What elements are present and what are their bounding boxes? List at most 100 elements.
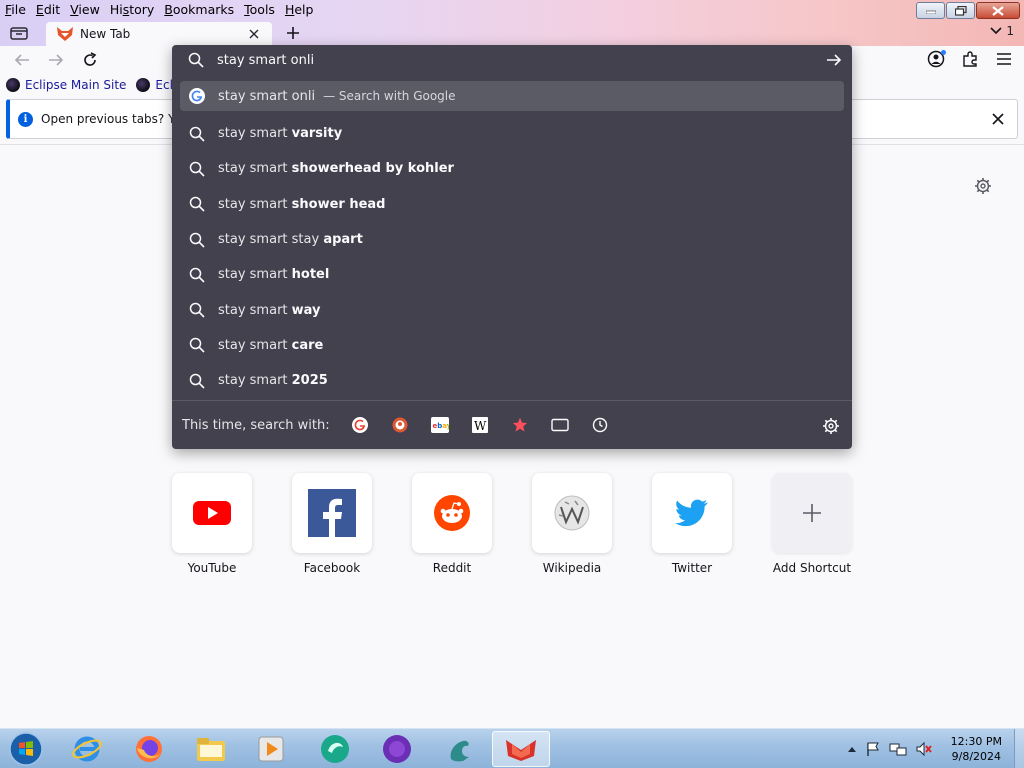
twitter-icon <box>675 499 708 527</box>
forward-button[interactable] <box>46 51 66 69</box>
result-row[interactable]: stay smart showerhead by kohler <box>180 151 844 186</box>
result-prefix: stay smart <box>218 373 292 389</box>
menu-file[interactable]: File <box>0 0 31 20</box>
notification-text: Open previous tabs? You <box>41 112 189 126</box>
network-icon[interactable] <box>889 741 907 757</box>
shortcut-facebook[interactable]: Facebook <box>292 473 372 575</box>
shortcut-wikipedia[interactable]: Wikipedia <box>532 473 612 575</box>
notification-close-button[interactable] <box>989 110 1007 128</box>
taskbar-app-dragon[interactable] <box>432 731 486 767</box>
action-center-flag-icon[interactable] <box>865 741 881 757</box>
tab-count: 1 <box>1006 24 1014 38</box>
search-icon <box>189 126 205 142</box>
reload-button[interactable] <box>80 51 100 69</box>
taskbar-media-player[interactable] <box>244 731 298 767</box>
result-row[interactable]: stay smart shower head <box>180 187 844 222</box>
extensions-button[interactable] <box>960 50 980 68</box>
minimize-icon <box>925 10 936 14</box>
taskbar-app-purple[interactable] <box>370 731 424 767</box>
media-player-icon <box>258 736 284 762</box>
svg-text:ebay: ebay <box>432 422 449 430</box>
app-menu-button[interactable] <box>994 50 1014 68</box>
menu-tools[interactable]: Tools <box>239 0 280 20</box>
shortcut-label: Wikipedia <box>542 561 602 575</box>
shortcut-tile[interactable] <box>172 473 252 553</box>
result-row[interactable]: stay smart varsity <box>180 116 844 151</box>
urlbar-input[interactable] <box>217 52 807 68</box>
engine-wikipedia-button[interactable]: W <box>468 413 492 437</box>
account-button[interactable] <box>926 50 946 68</box>
gear-icon[interactable] <box>974 177 992 195</box>
engine-ebay-button[interactable]: ebay <box>428 413 452 437</box>
forward-arrow-icon <box>49 54 64 66</box>
urlbar-dropdown: stay smart onli — Search with Google sta… <box>172 45 852 449</box>
menu-help[interactable]: Help <box>280 0 319 20</box>
menu-bookmarks[interactable]: Bookmarks <box>159 0 239 20</box>
engine-duckduckgo-button[interactable] <box>388 413 412 437</box>
menu-edit[interactable]: Edit <box>31 0 65 20</box>
result-row[interactable]: stay smart way <box>180 292 844 327</box>
taskbar-file-explorer[interactable] <box>184 731 238 767</box>
close-window-button[interactable] <box>976 2 1020 19</box>
puzzle-icon <box>963 51 977 67</box>
shortcut-tile[interactable] <box>292 473 372 553</box>
tab-close-button[interactable] <box>246 26 262 42</box>
shortcut-tile[interactable] <box>652 473 732 553</box>
shortcut-label: Twitter <box>671 561 713 575</box>
shortcut-twitter[interactable]: Twitter <box>652 473 732 575</box>
result-row[interactable]: stay smart onli — Search with Google <box>180 81 844 111</box>
result-row[interactable]: stay smart stay apart <box>180 222 844 257</box>
bookmarks-search-button[interactable] <box>508 413 532 437</box>
bookmark-eclipse-main-site[interactable]: Eclipse Main Site <box>6 78 126 92</box>
result-prefix: stay smart stay <box>218 232 324 248</box>
taskbar-firefox[interactable] <box>122 731 176 767</box>
back-button[interactable] <box>12 51 32 69</box>
go-arrow-icon[interactable] <box>826 52 842 68</box>
shortcut-reddit[interactable]: Reddit <box>412 473 492 575</box>
taskbar-internet-explorer[interactable] <box>60 731 114 767</box>
show-desktop-button[interactable] <box>1014 729 1024 768</box>
result-text: stay smart onli <box>218 88 316 104</box>
search-icon <box>189 232 205 248</box>
system-tray: 12:30 PM 9/8/2024 <box>847 733 1012 765</box>
taskbar-app-green[interactable] <box>308 731 362 767</box>
tab-overflow-button[interactable]: 1 <box>990 24 1014 38</box>
menu-view[interactable]: View <box>65 0 105 20</box>
add-shortcut-tile[interactable] <box>772 473 852 553</box>
start-button[interactable] <box>6 731 46 767</box>
result-row[interactable]: stay smart hotel <box>180 257 844 292</box>
volume-muted-icon[interactable] <box>915 741 933 757</box>
result-row[interactable]: stay smart care <box>180 328 844 363</box>
search-icon <box>189 373 205 389</box>
show-hidden-icons-chevron-icon[interactable] <box>847 745 857 753</box>
eclipse-icon <box>6 78 20 92</box>
urlbar[interactable] <box>172 45 852 75</box>
new-tab-button[interactable] <box>284 24 302 42</box>
minimize-button[interactable] <box>916 2 945 19</box>
shortcut-tile[interactable] <box>412 473 492 553</box>
restore-button[interactable] <box>946 2 975 19</box>
gear-icon[interactable] <box>822 417 840 435</box>
restore-icon <box>954 5 967 16</box>
tab-new-tab[interactable]: New Tab <box>46 22 272 46</box>
tab-title: New Tab <box>80 27 131 41</box>
shortcut-add[interactable]: Add Shortcut <box>772 473 852 575</box>
clock[interactable]: 12:30 PM 9/8/2024 <box>951 734 1002 764</box>
firefox-view-button[interactable] <box>8 24 30 42</box>
engine-google-button[interactable] <box>348 413 372 437</box>
shortcut-youtube[interactable]: YouTube <box>172 473 252 575</box>
result-row[interactable]: stay smart 2025 <box>180 363 844 398</box>
close-icon <box>249 29 259 39</box>
menu-history[interactable]: History <box>105 0 159 20</box>
shortcut-tile[interactable] <box>532 473 612 553</box>
youtube-icon <box>193 501 231 525</box>
tabs-search-button[interactable] <box>548 413 572 437</box>
taskbar-active-browser[interactable] <box>492 731 550 767</box>
svg-text:W: W <box>474 419 487 433</box>
notification-dot <box>941 50 946 55</box>
result-prefix: stay smart <box>218 267 292 283</box>
eclipse-icon <box>136 78 151 92</box>
search-icon <box>188 52 204 68</box>
history-search-button[interactable] <box>588 413 612 437</box>
bookmark-label: Eclipse Main Site <box>25 78 127 92</box>
